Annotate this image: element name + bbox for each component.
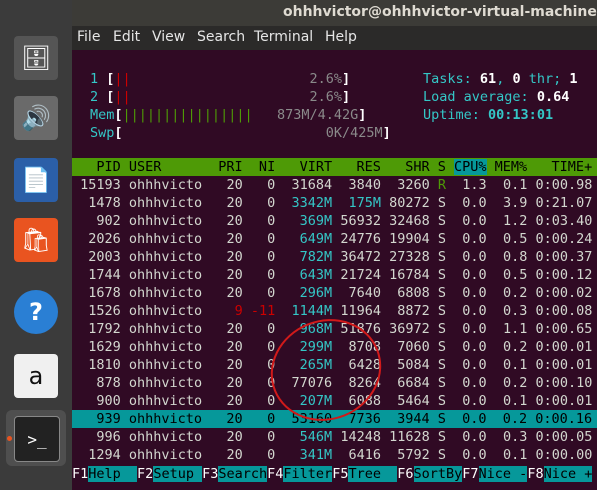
- table-header[interactable]: PID USER PRI NI VIRT RES SHR S CPU% MEM%…: [72, 158, 597, 176]
- fkey-label[interactable]: SortBy: [413, 466, 463, 482]
- fkey-f5[interactable]: F5: [332, 466, 348, 482]
- fkey-label[interactable]: Filter: [283, 466, 333, 482]
- fkey-f8[interactable]: F8: [527, 466, 543, 482]
- help-icon[interactable]: ?: [14, 290, 58, 334]
- amazon-icon[interactable]: a: [14, 354, 58, 398]
- sort-column-cpu[interactable]: CPU%: [454, 159, 487, 175]
- swp-meter: Swp[ 0K/425M]: [90, 125, 391, 141]
- fkey-label[interactable]: Nice -: [478, 466, 528, 482]
- libreoffice-writer-icon[interactable]: 📄: [14, 158, 58, 202]
- menu-bar: File Edit View Search Terminal Help: [72, 26, 597, 50]
- cpu1-meter: 1 [|| 2.6%]: [90, 71, 351, 87]
- menu-edit[interactable]: Edit: [113, 29, 140, 45]
- load-average: Load average: 0.64: [423, 89, 570, 105]
- fkey-f2[interactable]: F2: [137, 466, 153, 482]
- terminal-area[interactable]: 1 [|| 2.6%] 2 [|| 2.6%] Mem[||||||||||||…: [72, 50, 597, 490]
- fkey-label[interactable]: Search: [218, 466, 268, 482]
- fkey-f6[interactable]: F6: [397, 466, 413, 482]
- table-row[interactable]: 2026 ohhhvicto 20 0 649M 24776 19904 S 0…: [72, 230, 597, 248]
- table-row[interactable]: 1294 ohhhvicto 20 0 341M 6416 5792 S 0.0…: [72, 446, 597, 464]
- menu-search[interactable]: Search: [197, 29, 245, 45]
- menu-help[interactable]: Help: [325, 29, 357, 45]
- uptime: Uptime: 00:13:01: [423, 107, 554, 123]
- menu-file[interactable]: File: [77, 29, 100, 45]
- tasks-summary: Tasks: 61, 0 thr; 1: [423, 71, 578, 87]
- menu-terminal[interactable]: Terminal: [254, 29, 313, 45]
- table-row[interactable]: 1744 ohhhvicto 20 0 643M 21724 16784 S 0…: [72, 266, 597, 284]
- table-row[interactable]: 1678 ohhhvicto 20 0 296M 7640 6808 S 0.0…: [72, 284, 597, 302]
- files-icon[interactable]: 🗄: [14, 36, 58, 80]
- launcher-running-dot: [7, 436, 12, 441]
- table-row[interactable]: 15193 ohhhvicto 20 0 31684 3840 3260 R 1…: [72, 176, 597, 194]
- fkey-f3[interactable]: F3: [202, 466, 218, 482]
- fkey-f7[interactable]: F7: [462, 466, 478, 482]
- table-row[interactable]: 902 ohhhvicto 20 0 369M 56932 32468 S 0.…: [72, 212, 597, 230]
- fkey-f4[interactable]: F4: [267, 466, 283, 482]
- table-row[interactable]: 1478 ohhhvicto 20 0 3342M 175M 80272 S 0…: [72, 194, 597, 212]
- function-key-bar: F1Help F2Setup F3SearchF4FilterF5Tree F6…: [72, 465, 597, 483]
- unity-launcher: 🗄 🔊 📄 🛍? a >_: [0, 0, 72, 490]
- fkey-f1[interactable]: F1: [72, 466, 88, 482]
- table-row[interactable]: 2003 ohhhvicto 20 0 782M 36472 27328 S 0…: [72, 248, 597, 266]
- terminal-icon[interactable]: >_: [14, 416, 60, 462]
- cpu2-meter: 2 [|| 2.6%]: [90, 89, 351, 105]
- fkey-label[interactable]: Nice +: [543, 466, 593, 482]
- menu-view[interactable]: View: [152, 29, 185, 45]
- table-row[interactable]: 1526 ohhhvicto 9 -11 1144M 11964 8872 S …: [72, 302, 597, 320]
- window-titlebar[interactable]: ohhhvictor@ohhhvictor-virtual-machine: ~: [72, 0, 597, 26]
- fkey-label[interactable]: Setup: [153, 466, 203, 482]
- window-title: ohhhvictor@ohhhvictor-virtual-machine: ~: [283, 4, 597, 20]
- fkey-label[interactable]: Tree: [348, 466, 398, 482]
- mem-meter: Mem[|||||||||||||||| 873M/4.42G]: [90, 107, 367, 123]
- table-row[interactable]: 996 ohhhvicto 20 0 546M 14248 11628 S 0.…: [72, 428, 597, 446]
- software-center-icon[interactable]: 🛍: [14, 218, 58, 262]
- rhythmbox-icon[interactable]: 🔊: [14, 96, 58, 140]
- fkey-label[interactable]: Help: [88, 466, 138, 482]
